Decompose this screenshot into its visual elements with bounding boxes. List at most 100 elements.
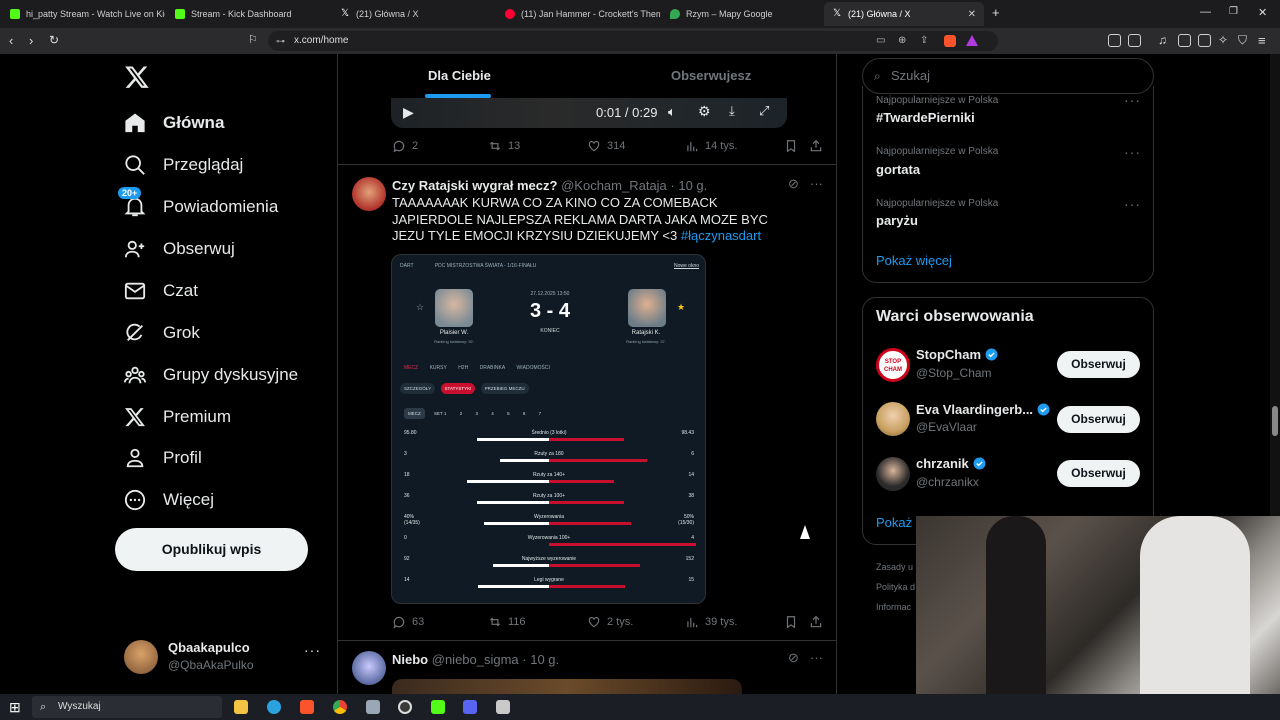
browser-tab[interactable]: 𝕏 (21) Główna / X (332, 2, 495, 26)
menu-icon[interactable]: ≡ (1258, 33, 1266, 48)
sidebar-item-profile[interactable]: Profil (124, 440, 202, 476)
reload-icon[interactable]: ↻ (49, 33, 59, 47)
sidebar-item-explore[interactable]: Przeglądaj (124, 147, 243, 183)
avatar[interactable] (876, 402, 910, 436)
post-author[interactable]: Czy Ratajski wygrał mecz? (392, 178, 557, 193)
like-button[interactable]: 2 tys. (587, 615, 633, 629)
file-explorer-icon[interactable] (234, 700, 248, 714)
brave-shield-icon[interactable] (944, 35, 956, 47)
kick-icon[interactable] (431, 700, 445, 714)
views-button[interactable]: 39 tys. (685, 615, 737, 629)
footer-link[interactable]: Polityka d (876, 582, 915, 592)
cast-icon[interactable]: ▭ (876, 31, 885, 51)
show-more-link[interactable]: Pokaż więcej (876, 253, 952, 268)
reply-button[interactable]: 2 (392, 139, 418, 153)
close-window-icon[interactable]: ✕ (1258, 6, 1267, 19)
new-tab-icon[interactable]: + (992, 5, 1000, 20)
views-button[interactable]: 14 tys. (685, 139, 737, 153)
share-icon[interactable]: ⇪ (920, 31, 928, 51)
reader-icon[interactable] (1128, 34, 1141, 47)
more-icon[interactable]: ··· (1124, 144, 1141, 160)
post-handle[interactable]: @niebo_sigma (432, 652, 519, 667)
windows-start-icon[interactable]: ⊞ (9, 699, 21, 716)
forward-icon[interactable]: › (29, 33, 33, 48)
scrollbar-thumb[interactable] (1272, 406, 1278, 436)
sidebar-toggle-icon[interactable] (1178, 34, 1191, 47)
post-handle[interactable]: @Kocham_Rataja (561, 178, 667, 193)
settings-icon[interactable]: ⚙ (698, 103, 711, 120)
vpn-icon[interactable]: ⛉ (1238, 33, 1247, 48)
bookmark-icon[interactable]: ⚐ (248, 33, 258, 46)
browser-tab[interactable]: Rzym – Mapy Google (662, 2, 825, 26)
avatar[interactable] (352, 651, 386, 685)
share-icon[interactable] (809, 139, 829, 153)
suggestion-name[interactable]: StopCham (916, 347, 998, 362)
sidebar-item-follow[interactable]: Obserwuj (124, 231, 235, 267)
sidebar-item-home[interactable]: Główna (124, 105, 224, 141)
browser-tab[interactable]: hi_patty Stream - Watch Live on Kick (2, 2, 165, 26)
browser-tab[interactable]: (11) Jan Hammer - Crockett's Theme (497, 2, 660, 26)
suggestion-name[interactable]: Eva Vlaardingerb... (916, 402, 1050, 417)
music-icon[interactable]: ♫ (1158, 33, 1167, 47)
fullscreen-icon[interactable]: ⤢ (759, 103, 769, 119)
bookmark-icon[interactable] (784, 615, 804, 629)
sidebar-item-grok[interactable]: Grok (124, 315, 200, 351)
more-icon[interactable]: ··· (810, 650, 823, 665)
avatar[interactable] (876, 457, 910, 491)
wallet-icon[interactable] (1198, 34, 1211, 47)
more-icon[interactable]: ··· (1124, 196, 1141, 212)
browser-tab-active[interactable]: 𝕏 (21) Główna / X ✕ (824, 2, 984, 26)
obs-icon[interactable] (398, 700, 412, 714)
edge-icon[interactable] (267, 700, 281, 714)
grok-icon[interactable]: ⊘ (788, 650, 799, 666)
trend-item[interactable]: paryżu (876, 213, 918, 228)
brave-rewards-icon[interactable] (966, 35, 978, 46)
tab-following[interactable]: Obserwujesz (671, 68, 751, 83)
extensions-icon[interactable] (1108, 34, 1121, 47)
account-switcher[interactable]: Qbaakapulco @QbaAkaPulko ··· (124, 638, 324, 678)
grok-icon[interactable]: ⊘ (788, 176, 799, 192)
more-icon[interactable]: ··· (1124, 92, 1141, 108)
sidebar-item-more[interactable]: Więcej (124, 482, 214, 518)
x-logo-icon[interactable] (124, 64, 150, 90)
sidebar-item-chat[interactable]: Czat (124, 273, 198, 309)
post-media[interactable] (392, 679, 742, 694)
footer-link[interactable]: Zasady u (876, 562, 913, 572)
post-time[interactable]: · 10 g. (522, 652, 559, 667)
sidebar-item-communities[interactable]: Grupy dyskusyjne (124, 357, 298, 393)
bookmark-icon[interactable] (784, 139, 804, 153)
zoom-icon[interactable]: ⊕ (898, 31, 906, 51)
trend-item[interactable]: #TwardePierniki (876, 110, 975, 125)
browser-tab[interactable]: Stream - Kick Dashboard (167, 2, 330, 26)
tab-for-you[interactable]: Dla Ciebie (428, 68, 491, 83)
play-icon[interactable]: ▶ (403, 104, 414, 121)
restore-icon[interactable]: ❐ (1229, 6, 1238, 17)
brave-icon[interactable] (300, 700, 314, 714)
follow-button[interactable]: Obserwuj (1057, 460, 1140, 487)
follow-button[interactable]: Obserwuj (1057, 351, 1140, 378)
chrome-icon[interactable] (333, 700, 347, 714)
reply-button[interactable]: 63 (392, 615, 424, 629)
suggestion-name[interactable]: chrzanik (916, 456, 986, 471)
footer-link[interactable]: Informac (876, 602, 911, 612)
avatar[interactable]: STOP CHAM (876, 348, 910, 382)
share-icon[interactable] (809, 615, 829, 629)
more-icon[interactable]: ··· (304, 642, 321, 658)
post-button[interactable]: Opublikuj wpis (115, 528, 308, 571)
discord-icon[interactable] (463, 700, 477, 714)
repost-button[interactable]: 116 (488, 615, 526, 629)
sidebar-item-premium[interactable]: Premium (124, 399, 231, 435)
trend-item[interactable]: gortata (876, 162, 920, 177)
close-tab-icon[interactable]: ✕ (968, 9, 976, 20)
video-player[interactable]: ▶ 0:01 / 0:29 🔈︎ ⚙ ⤓ ⤢ (391, 98, 787, 128)
volume-icon[interactable]: 🔈︎ (668, 104, 676, 120)
url-field[interactable]: ⊶ x.com/home ▭ ⊕ ⇪ (268, 31, 998, 51)
leo-ai-icon[interactable]: ✧ (1218, 33, 1228, 47)
pip-icon[interactable]: ⤓ (729, 103, 735, 119)
post-author[interactable]: Niebo (392, 652, 428, 667)
minimize-icon[interactable]: — (1200, 6, 1211, 18)
more-icon[interactable]: ··· (810, 176, 823, 191)
back-icon[interactable]: ‹ (9, 33, 13, 48)
post-time[interactable]: · 10 g. (670, 178, 707, 193)
sidebar-item-notifications[interactable]: Powiadomienia 20+ (118, 187, 278, 225)
